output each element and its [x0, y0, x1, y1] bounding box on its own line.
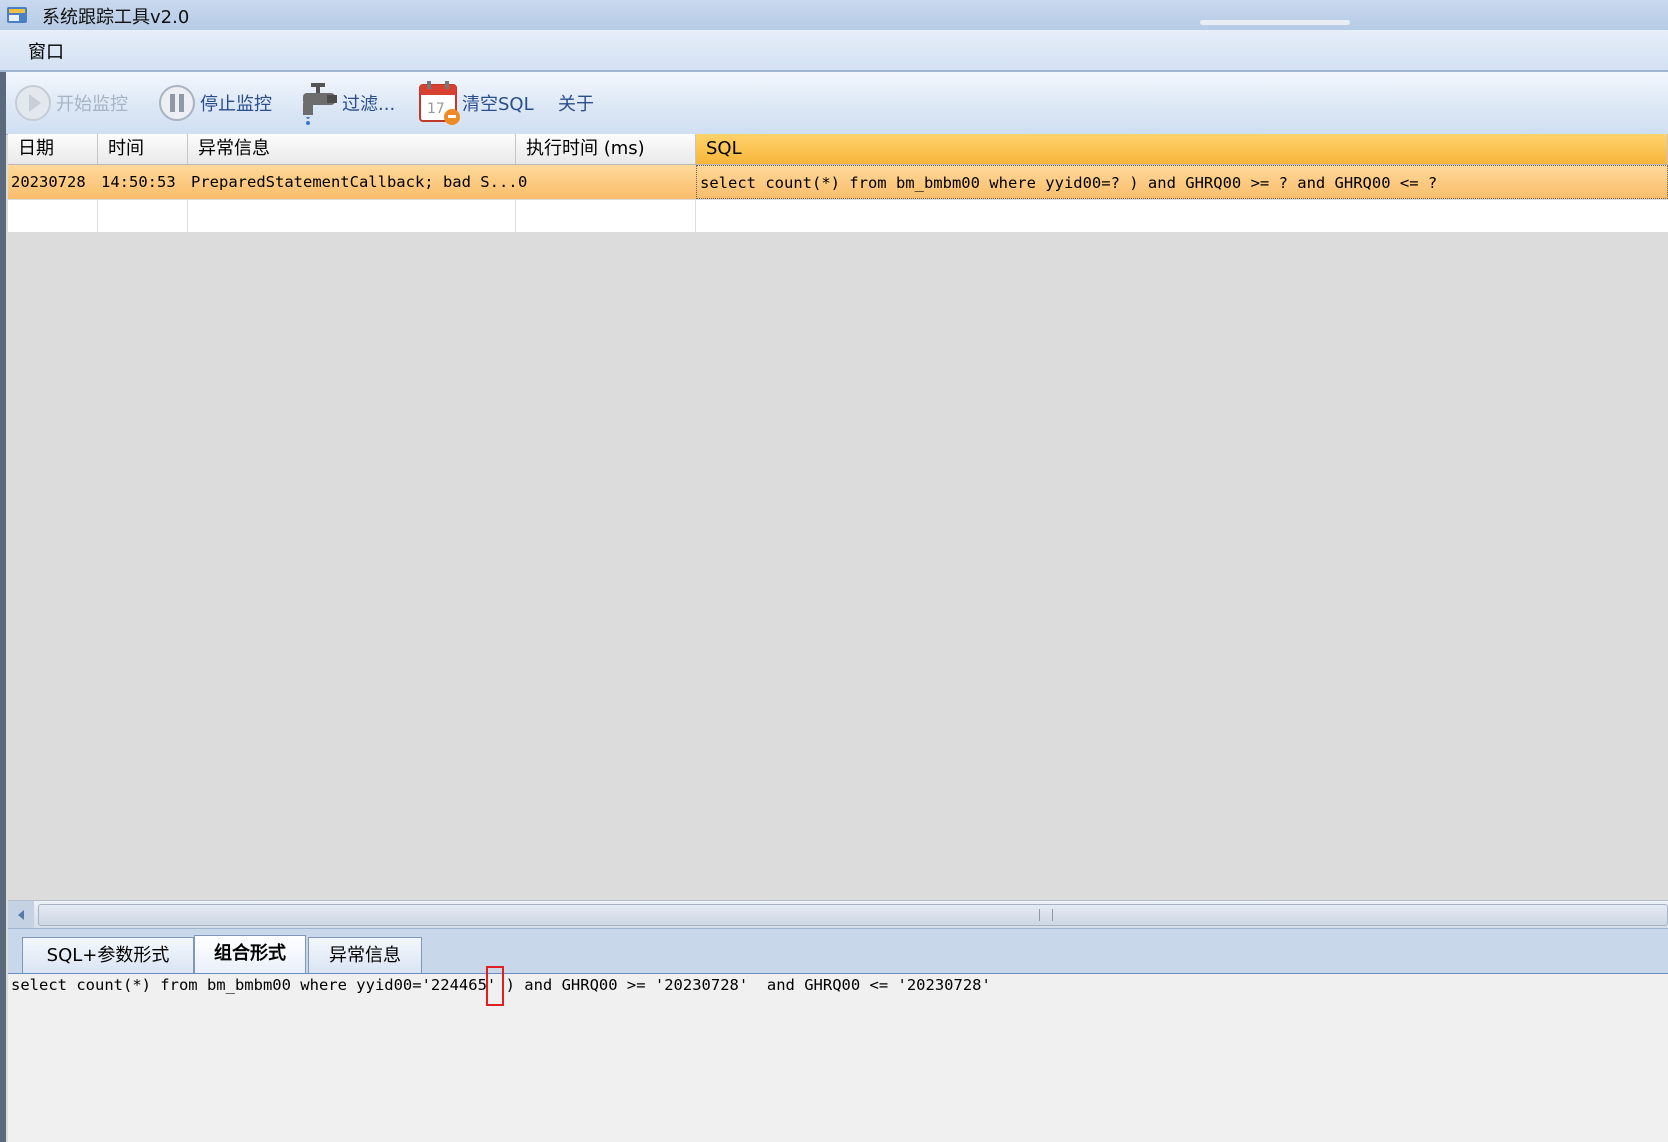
scroll-left-button[interactable] [8, 901, 34, 929]
about-button[interactable]: 关于 [558, 78, 594, 128]
table-row[interactable]: 20230728 14:50:53 PreparedStatementCallb… [8, 165, 1668, 199]
grip-icon [1039, 909, 1053, 921]
column-header-sql[interactable]: SQL [696, 134, 1668, 164]
menu-window[interactable]: 窗口 [26, 38, 66, 64]
empty-new-row[interactable] [8, 200, 1668, 232]
pause-icon [154, 80, 200, 126]
play-icon [10, 80, 56, 126]
menu-bar: 窗口 [0, 30, 1668, 72]
tab-sql-params[interactable]: SQL+参数形式 [22, 937, 194, 973]
cell-time: 14:50:53 [101, 173, 176, 191]
stop-monitor-button[interactable]: 停止监控 [154, 78, 272, 128]
faucet-icon [296, 80, 342, 126]
column-header-time[interactable]: 时间 [98, 134, 188, 164]
svg-text:17: 17 [427, 101, 445, 117]
filter-button[interactable]: 过滤... [296, 78, 395, 128]
highlight-box [486, 966, 504, 1006]
horizontal-scrollbar[interactable] [8, 900, 1668, 929]
row-divider [695, 200, 696, 232]
window-title: 系统跟踪工具v2.0 [42, 7, 190, 28]
column-header-exception[interactable]: 异常信息 [188, 134, 516, 164]
start-monitor-button[interactable]: 开始监控 [10, 78, 128, 128]
cell-date: 20230728 [11, 173, 86, 191]
app-icon [7, 7, 27, 23]
tab-combined[interactable]: 组合形式 [194, 935, 306, 973]
tab-exception[interactable]: 异常信息 [308, 937, 422, 973]
arrow-left-icon [18, 910, 24, 920]
cell-exec-time: 0 [518, 173, 528, 191]
grid-header: 日期 时间 异常信息 执行时间 (ms) SQL [8, 134, 1668, 165]
about-label: 关于 [558, 94, 594, 115]
window-left-edge [0, 72, 6, 1142]
row-divider [515, 200, 516, 232]
title-drag-handle [1200, 20, 1350, 25]
cell-sql: select count(*) from bm_bmbm00 where yyi… [696, 165, 1668, 199]
detail-tabs: SQL+参数形式 组合形式 异常信息 [8, 928, 1668, 975]
toolbar: 开始监控 停止监控 过滤... 17 清空SQL 关于 [6, 72, 1668, 135]
cell-exception: PreparedStatementCallback; bad S... [191, 173, 516, 191]
sql-detail-pane[interactable]: select count(*) from bm_bmbm00 where yyi… [8, 966, 1668, 1142]
title-bar: 系统跟踪工具v2.0 [0, 0, 1668, 30]
column-header-exec-time[interactable]: 执行时间 (ms) [516, 134, 696, 164]
column-header-date[interactable]: 日期 [8, 134, 98, 164]
calendar-icon: 17 [416, 80, 462, 126]
start-monitor-label: 开始监控 [56, 94, 128, 115]
stop-monitor-label: 停止监控 [200, 94, 272, 115]
sql-trace-grid: 日期 时间 异常信息 执行时间 (ms) SQL 20230728 14:50:… [8, 134, 1668, 898]
clear-sql-label: 清空SQL [462, 94, 534, 115]
filter-label: 过滤... [342, 94, 396, 115]
row-divider [187, 200, 188, 232]
row-divider [97, 200, 98, 232]
scrollbar-thumb[interactable] [38, 904, 1668, 926]
clear-sql-button[interactable]: 17 清空SQL [416, 78, 534, 128]
